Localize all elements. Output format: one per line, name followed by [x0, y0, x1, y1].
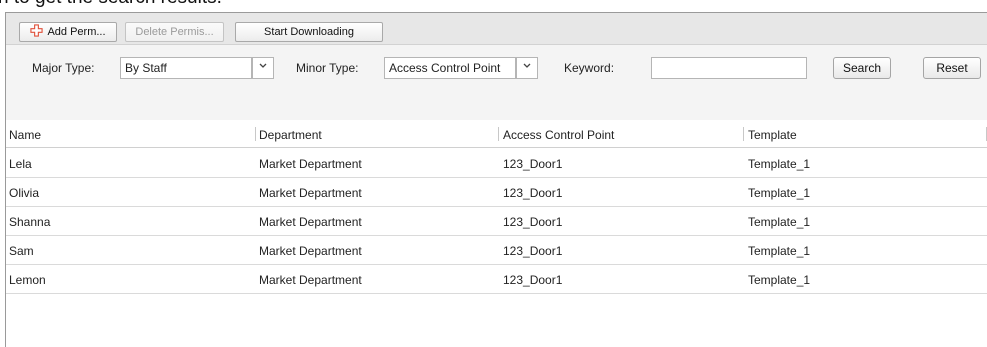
toolbar: Add Perm... Delete Permis... Start Downl…: [6, 13, 987, 45]
cell-template: Template_1: [748, 244, 811, 258]
table-row[interactable]: Olivia Market Department 123_Door1 Templ…: [6, 178, 987, 207]
column-divider[interactable]: [255, 127, 256, 141]
delete-permission-label: Delete Permis...: [135, 26, 214, 38]
table-row[interactable]: Sam Market Department 123_Door1 Template…: [6, 236, 987, 265]
cell-department: Market Department: [259, 273, 362, 287]
reset-button-label: Reset: [936, 61, 968, 75]
column-header-name[interactable]: Name: [9, 128, 41, 142]
minor-type-select[interactable]: Access Control Point: [384, 57, 516, 79]
column-divider[interactable]: [743, 127, 744, 141]
reset-button[interactable]: Reset: [923, 57, 981, 79]
cell-name: Sam: [9, 244, 34, 258]
chevron-down-icon: [259, 63, 267, 68]
major-type-label: Major Type:: [32, 61, 95, 75]
start-downloading-button[interactable]: Start Downloading: [235, 22, 383, 42]
add-permission-button[interactable]: Add Perm...: [19, 22, 117, 42]
table-header: Name Department Access Control Point Tem…: [6, 120, 987, 148]
major-type-dropdown-button[interactable]: [252, 57, 274, 79]
column-header-access-control-point[interactable]: Access Control Point: [503, 128, 614, 142]
search-button-label: Search: [842, 61, 882, 75]
column-divider[interactable]: [498, 127, 499, 141]
cell-access-control-point: 123_Door1: [503, 244, 563, 258]
major-type-value: By Staff: [125, 61, 167, 75]
start-downloading-label: Start Downloading: [264, 26, 354, 38]
cell-department: Market Department: [259, 244, 362, 258]
plus-icon: [30, 24, 44, 37]
add-permission-label: Add Perm...: [47, 26, 106, 38]
chevron-down-icon: [523, 63, 531, 68]
cell-template: Template_1: [748, 215, 811, 229]
cell-department: Market Department: [259, 157, 362, 171]
keyword-input[interactable]: [651, 57, 807, 79]
minor-type-value: Access Control Point: [389, 61, 501, 75]
cell-template: Template_1: [748, 157, 811, 171]
cell-access-control-point: 123_Door1: [503, 273, 563, 287]
permission-panel: Add Perm... Delete Permis... Start Downl…: [5, 12, 987, 347]
keyword-label: Keyword:: [564, 61, 615, 75]
cell-access-control-point: 123_Door1: [503, 215, 563, 229]
column-header-department[interactable]: Department: [259, 128, 322, 142]
cell-name: Lela: [9, 157, 32, 171]
major-type-select[interactable]: By Staff: [120, 57, 252, 79]
minor-type-label: Minor Type:: [296, 61, 359, 75]
cell-template: Template_1: [748, 186, 811, 200]
cell-department: Market Department: [259, 215, 362, 229]
cell-name: Shanna: [9, 215, 51, 229]
column-header-template[interactable]: Template: [748, 128, 797, 142]
cell-name: Lemon: [9, 273, 46, 287]
cell-access-control-point: 123_Door1: [503, 157, 563, 171]
cell-name: Olivia: [9, 186, 40, 200]
minor-type-dropdown-button[interactable]: [516, 57, 538, 79]
search-button[interactable]: Search: [833, 57, 891, 79]
table-row[interactable]: Lemon Market Department 123_Door1 Templa…: [6, 265, 987, 294]
caption-partial-text: n to get the search results.: [0, 0, 222, 9]
cell-template: Template_1: [748, 273, 811, 287]
cell-department: Market Department: [259, 186, 362, 200]
cell-access-control-point: 123_Door1: [503, 186, 563, 200]
table-row[interactable]: Shanna Market Department 123_Door1 Templ…: [6, 207, 987, 236]
delete-permission-button[interactable]: Delete Permis...: [125, 22, 224, 42]
table-row[interactable]: Lela Market Department 123_Door1 Templat…: [6, 149, 987, 178]
